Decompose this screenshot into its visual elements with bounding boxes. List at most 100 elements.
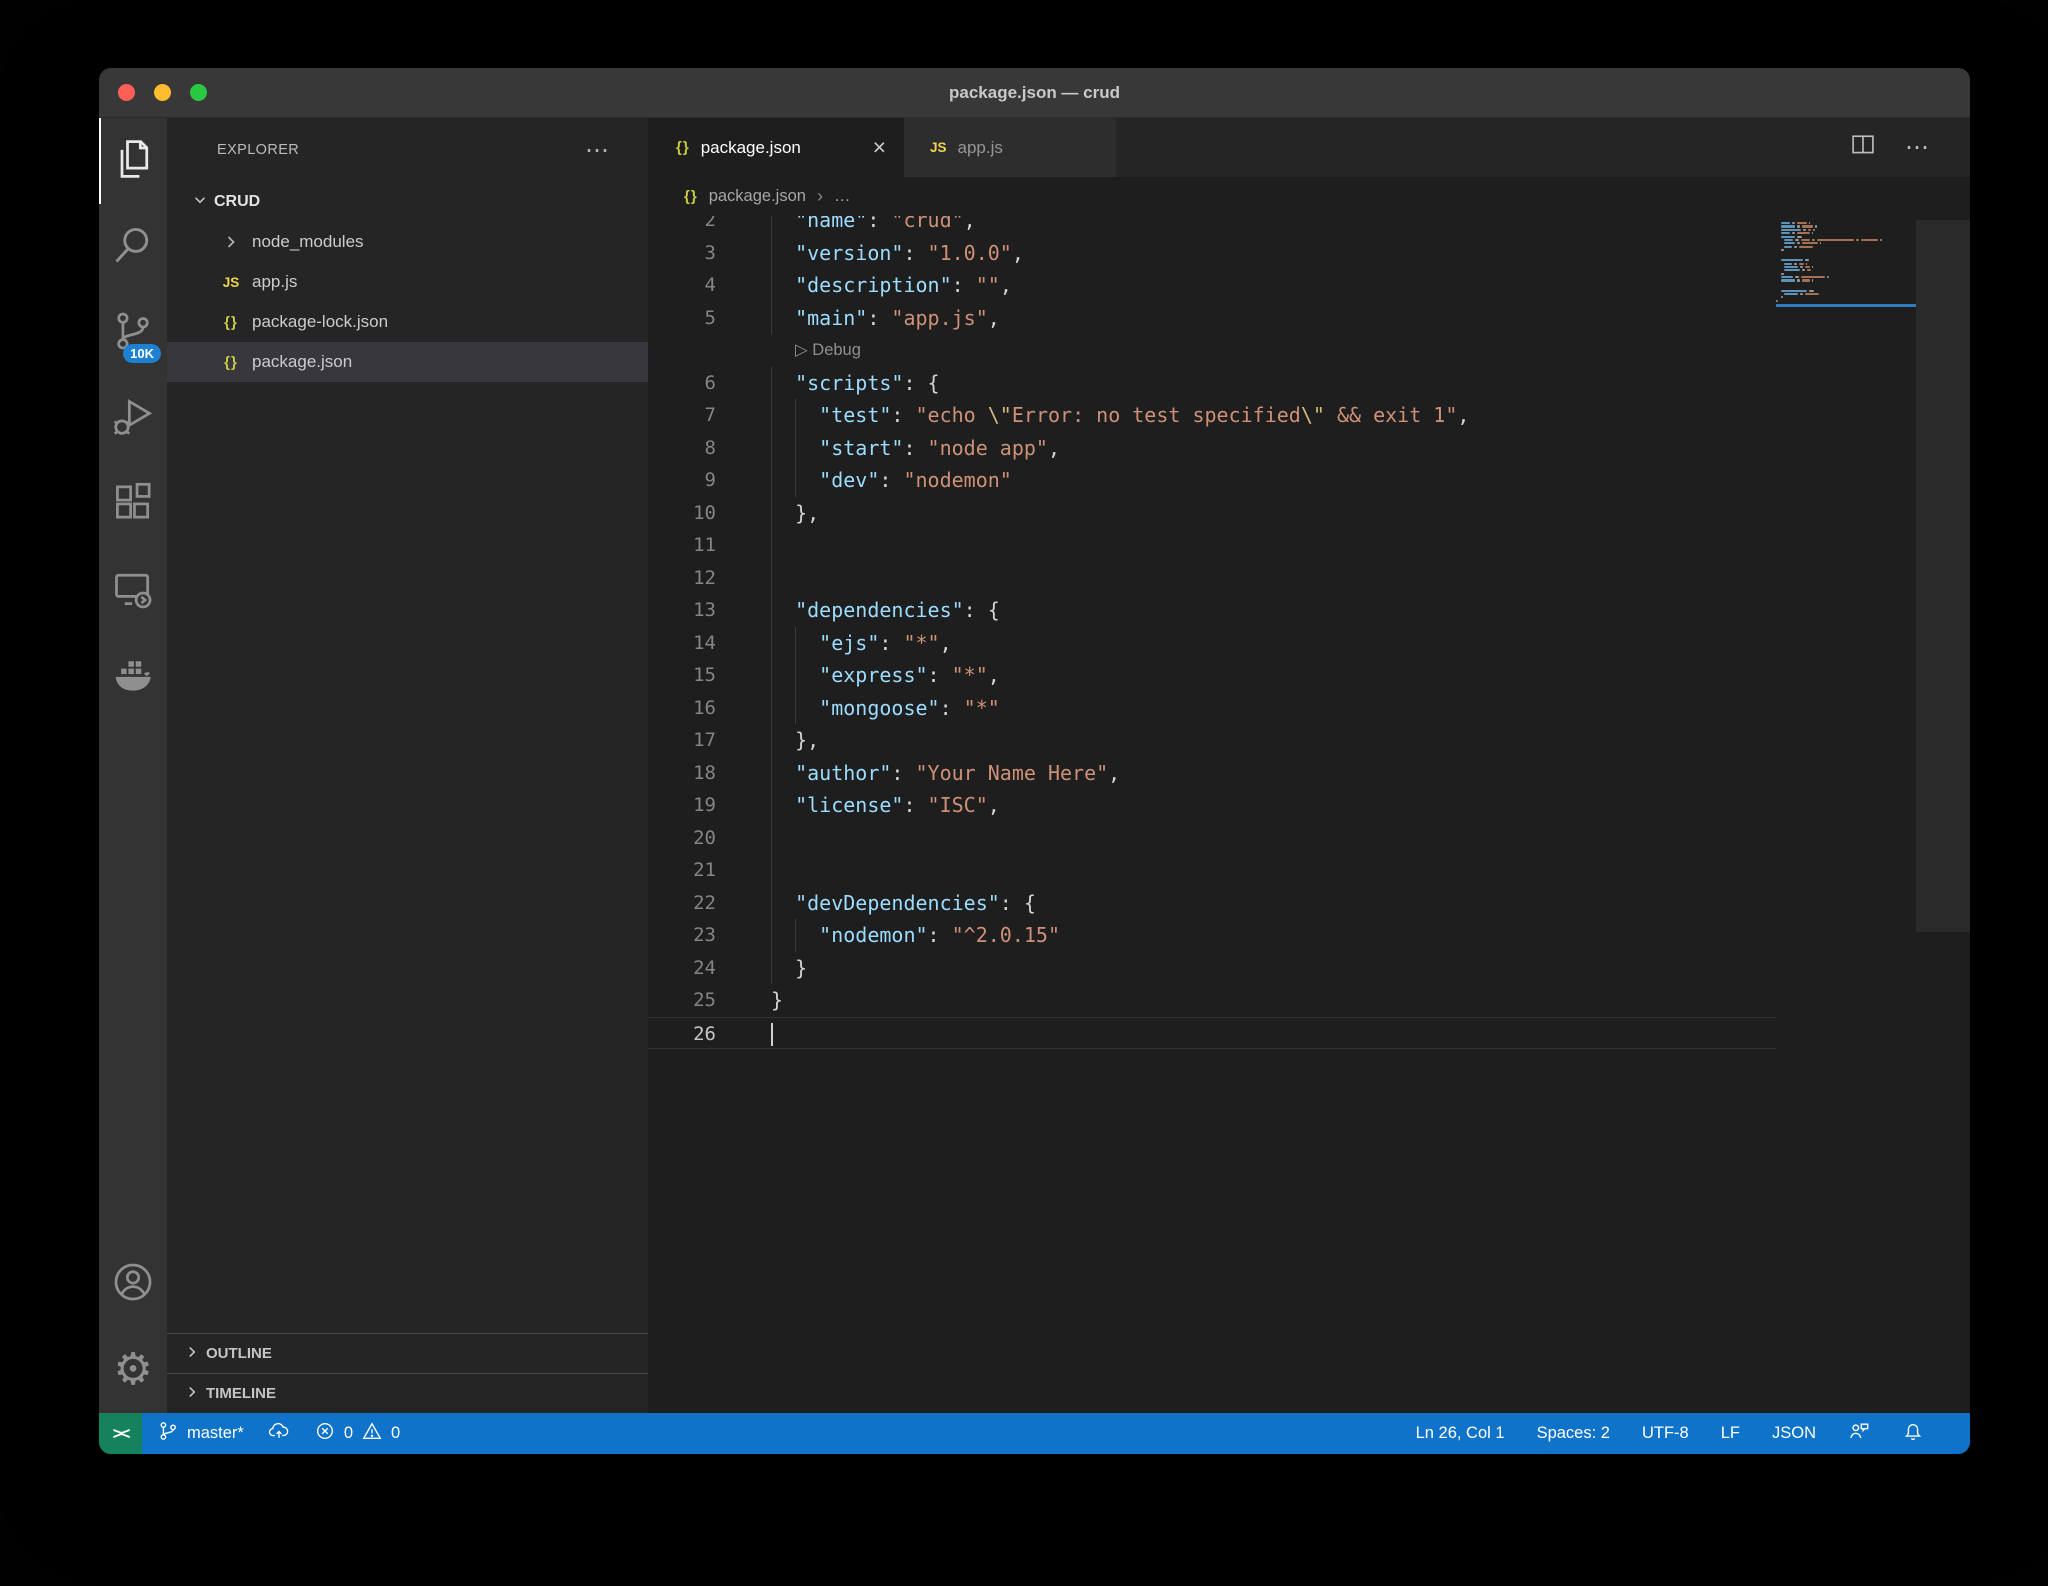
more-actions-button[interactable]: ⋯ — [1905, 133, 1930, 162]
code-line[interactable]: 5 "main": "app.js", — [648, 302, 1776, 335]
file-tree-item-app.js[interactable]: JSapp.js — [167, 262, 648, 302]
line-number[interactable]: 19 — [648, 789, 716, 822]
code-line[interactable]: 19 "license": "ISC", — [648, 789, 1776, 822]
code-line[interactable]: 25} — [648, 984, 1776, 1017]
line-number[interactable]: 22 — [648, 887, 716, 920]
indentation-setting[interactable]: Spaces: 2 — [1537, 1424, 1610, 1443]
code-line[interactable]: 7 "test": "echo \"Error: no test specifi… — [648, 399, 1776, 432]
code-line[interactable]: 3 "version": "1.0.0", — [648, 237, 1776, 270]
vertical-scrollbar[interactable] — [1916, 220, 1970, 932]
eol-setting[interactable]: LF — [1721, 1424, 1740, 1443]
line-number[interactable]: 4 — [648, 269, 716, 302]
explorer-more-actions-button[interactable]: ⋯ — [585, 136, 610, 165]
line-number[interactable]: 24 — [648, 952, 716, 985]
line-number[interactable]: 6 — [648, 367, 716, 400]
code-line[interactable]: 20 — [648, 822, 1776, 855]
activity-docker-button[interactable] — [99, 634, 167, 720]
line-number[interactable]: 20 — [648, 822, 716, 855]
timeline-section-header[interactable]: TIMELINE — [167, 1373, 648, 1413]
code-line[interactable]: 23 "nodemon": "^2.0.15" — [648, 919, 1776, 952]
breadcrumb-more[interactable]: … — [834, 187, 851, 206]
line-number[interactable]: 12 — [648, 562, 716, 595]
folder-section-header[interactable]: CRUD — [167, 182, 648, 222]
line-number[interactable]: 5 — [648, 302, 716, 335]
tab-package-json[interactable]: {} package.json × — [648, 118, 904, 177]
line-number[interactable]: 15 — [648, 659, 716, 692]
code-line[interactable]: 10 }, — [648, 497, 1776, 530]
code-line[interactable]: 21 — [648, 854, 1776, 887]
indent-guide — [795, 399, 796, 432]
split-editor-button[interactable] — [1849, 131, 1877, 164]
minimap[interactable] — [1776, 222, 1916, 307]
code-line[interactable]: 17 }, — [648, 724, 1776, 757]
indent-guide — [771, 432, 772, 465]
activity-explorer-button[interactable] — [99, 118, 167, 204]
encoding-setting[interactable]: UTF-8 — [1642, 1424, 1689, 1443]
code-editor[interactable]: 2 "name": "crud",3 "version": "1.0.0",4 … — [648, 216, 1776, 1413]
line-number[interactable]: 16 — [648, 692, 716, 725]
git-branch-indicator[interactable]: master* — [157, 1420, 244, 1447]
file-tree-item-node_modules[interactable]: node_modules — [167, 222, 648, 262]
editor-content: 2 "name": "crud",3 "version": "1.0.0",4 … — [648, 216, 1970, 1413]
feedback-button[interactable] — [1848, 1420, 1870, 1447]
line-number[interactable]: 2 — [648, 216, 716, 237]
breadcrumb[interactable]: {} package.json › … — [648, 177, 1970, 216]
line-number[interactable]: 26 — [648, 1018, 716, 1049]
line-number[interactable]: 10 — [648, 497, 716, 530]
line-number[interactable]: 7 — [648, 399, 716, 432]
activity-search-button[interactable] — [99, 204, 167, 290]
activity-settings-button[interactable]: ⚙ — [99, 1327, 167, 1413]
zoom-window-button[interactable] — [190, 84, 207, 101]
code-line[interactable]: 6 "scripts": { — [648, 367, 1776, 400]
line-number[interactable] — [648, 334, 716, 367]
code-line[interactable]: 9 "dev": "nodemon" — [648, 464, 1776, 497]
code-line[interactable]: 18 "author": "Your Name Here", — [648, 757, 1776, 790]
activity-remote-explorer-button[interactable] — [99, 548, 167, 634]
code-line[interactable]: 15 "express": "*", — [648, 659, 1776, 692]
line-number[interactable]: 17 — [648, 724, 716, 757]
activity-run-debug-button[interactable] — [99, 376, 167, 462]
minimap-line — [1776, 276, 1916, 278]
file-tree-item-package.json[interactable]: {}package.json — [167, 342, 648, 382]
code-line[interactable]: 2 "name": "crud", — [648, 216, 1776, 237]
notifications-button[interactable] — [1902, 1420, 1924, 1447]
remote-indicator[interactable]: >< — [99, 1413, 142, 1454]
language-mode[interactable]: JSON — [1772, 1424, 1816, 1443]
close-window-button[interactable] — [118, 84, 135, 101]
code-line[interactable]: 22 "devDependencies": { — [648, 887, 1776, 920]
line-number[interactable]: 11 — [648, 529, 716, 562]
problems-indicator[interactable]: 0 0 — [314, 1420, 400, 1447]
code-line[interactable]: 11 — [648, 529, 1776, 562]
code-line[interactable]: 26 — [648, 1017, 1776, 1050]
code-line[interactable]: 24 } — [648, 952, 1776, 985]
line-number[interactable]: 8 — [648, 432, 716, 465]
line-number[interactable]: 18 — [648, 757, 716, 790]
activity-extensions-button[interactable] — [99, 462, 167, 548]
close-tab-button[interactable]: × — [873, 136, 886, 159]
sync-changes-button[interactable] — [268, 1420, 290, 1447]
breadcrumb-file[interactable]: package.json — [709, 187, 806, 206]
tab-app-js[interactable]: JS app.js — [904, 118, 1116, 177]
code-line[interactable]: 12 — [648, 562, 1776, 595]
line-number[interactable]: 21 — [648, 854, 716, 887]
code-line[interactable]: 8 "start": "node app", — [648, 432, 1776, 465]
activity-source-control-button[interactable]: 10K — [99, 290, 167, 376]
file-tree-item-package-lock.json[interactable]: {}package-lock.json — [167, 302, 648, 342]
minimize-window-button[interactable] — [154, 84, 171, 101]
line-number[interactable]: 9 — [648, 464, 716, 497]
titlebar[interactable]: package.json — crud — [99, 68, 1970, 118]
activity-account-button[interactable] — [99, 1241, 167, 1327]
line-number[interactable]: 3 — [648, 237, 716, 270]
codelens-row[interactable]: ▷ Debug — [648, 334, 1776, 367]
code-line[interactable]: 14 "ejs": "*", — [648, 627, 1776, 660]
outline-section-header[interactable]: OUTLINE — [167, 1333, 648, 1373]
line-number[interactable]: 25 — [648, 984, 716, 1017]
file-label: node_modules — [252, 232, 364, 252]
code-line[interactable]: 16 "mongoose": "*" — [648, 692, 1776, 725]
line-number[interactable]: 13 — [648, 594, 716, 627]
cursor-position[interactable]: Ln 26, Col 1 — [1416, 1424, 1505, 1443]
line-number[interactable]: 14 — [648, 627, 716, 660]
code-line[interactable]: 13 "dependencies": { — [648, 594, 1776, 627]
code-line[interactable]: 4 "description": "", — [648, 269, 1776, 302]
line-number[interactable]: 23 — [648, 919, 716, 952]
